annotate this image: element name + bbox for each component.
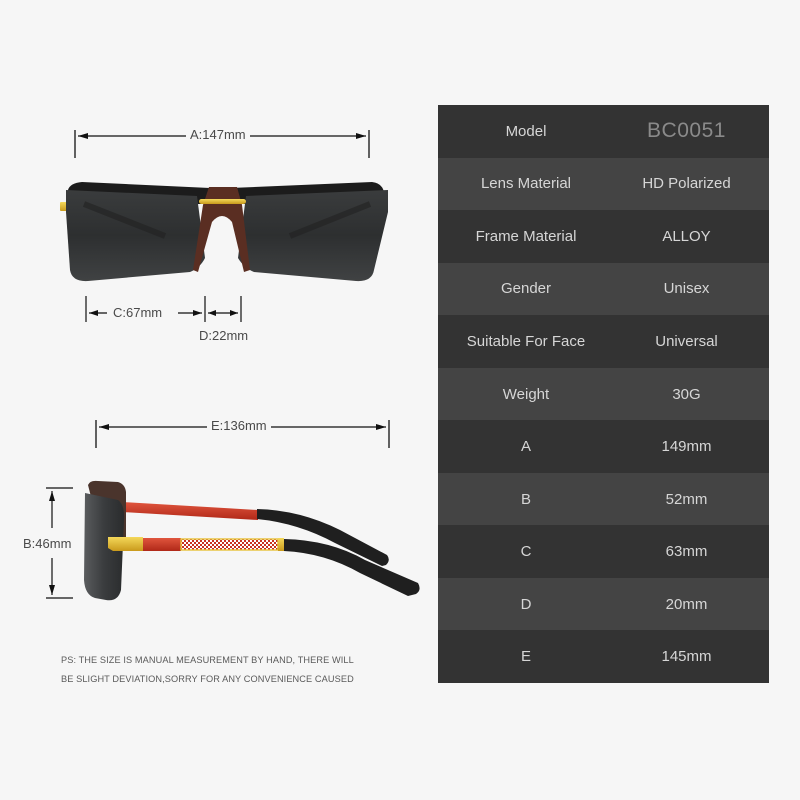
glasses-side-view	[84, 480, 420, 601]
spec-value: 20mm	[665, 595, 708, 613]
spec-value: Universal	[655, 332, 718, 350]
spec-row-face: Suitable For Face Universal	[438, 315, 769, 368]
spec-value-model: BC0051	[647, 119, 726, 143]
dimension-e-label: E:136mm	[207, 418, 271, 433]
disclaimer-line-1: PS: THE SIZE IS MANUAL MEASUREMENT BY HA…	[61, 655, 354, 665]
spec-value: ALLOY	[662, 227, 711, 245]
spec-value: 63mm	[665, 543, 708, 561]
spec-row-b: B 52mm	[438, 472, 769, 526]
spec-row-model: Model BC0051	[438, 105, 769, 158]
glasses-front-view	[60, 182, 388, 282]
dimension-a-label: A:147mm	[186, 127, 250, 142]
spec-row-lens-material: Lens Material HD Polarized	[438, 157, 769, 211]
spec-row-c: C 63mm	[438, 525, 769, 578]
spec-row-gender: Gender Unisex	[438, 262, 769, 316]
dimension-b-label: B:46mm	[21, 536, 74, 551]
spec-value: 30G	[672, 385, 701, 403]
spec-value: 145mm	[661, 648, 712, 666]
spec-label: D	[520, 595, 532, 613]
disclaimer-line-2: BE SLIGHT DEVIATION,SORRY FOR ANY CONVEN…	[61, 674, 354, 684]
spec-table: Model BC0051 Lens Material HD Polarized …	[438, 105, 769, 684]
spec-value: 149mm	[661, 438, 712, 456]
spec-label: Lens Material	[480, 175, 572, 193]
spec-label: Model	[505, 122, 547, 140]
spec-row-d: D 20mm	[438, 577, 769, 631]
dimension-c-label: C:67mm	[109, 305, 167, 320]
spec-row-a: A 149mm	[438, 420, 769, 473]
product-spec-page: A:147mm C:67mm D:22mm E:136mm B:46mm PS:…	[0, 0, 800, 800]
spec-row-weight: Weight 30G	[438, 367, 769, 421]
measurement-disclaimer: PS: THE SIZE IS MANUAL MEASUREMENT BY HA…	[61, 651, 391, 689]
spec-label: Gender	[500, 280, 552, 298]
spec-label: A	[520, 438, 531, 456]
spec-value: Unisex	[663, 280, 710, 298]
spec-row-frame-material: Frame Material ALLOY	[438, 210, 769, 263]
spec-label: Frame Material	[475, 227, 577, 245]
spec-value: 52mm	[665, 490, 708, 508]
spec-label: C	[520, 543, 532, 561]
spec-label: Suitable For Face	[466, 332, 586, 350]
spec-label: Weight	[502, 385, 550, 403]
spec-label: E	[520, 648, 531, 666]
spec-label: B	[520, 490, 531, 508]
spec-value: HD Polarized	[642, 175, 731, 193]
dimension-d-label: D:22mm	[195, 328, 253, 343]
spec-row-e: E 145mm	[438, 630, 769, 684]
